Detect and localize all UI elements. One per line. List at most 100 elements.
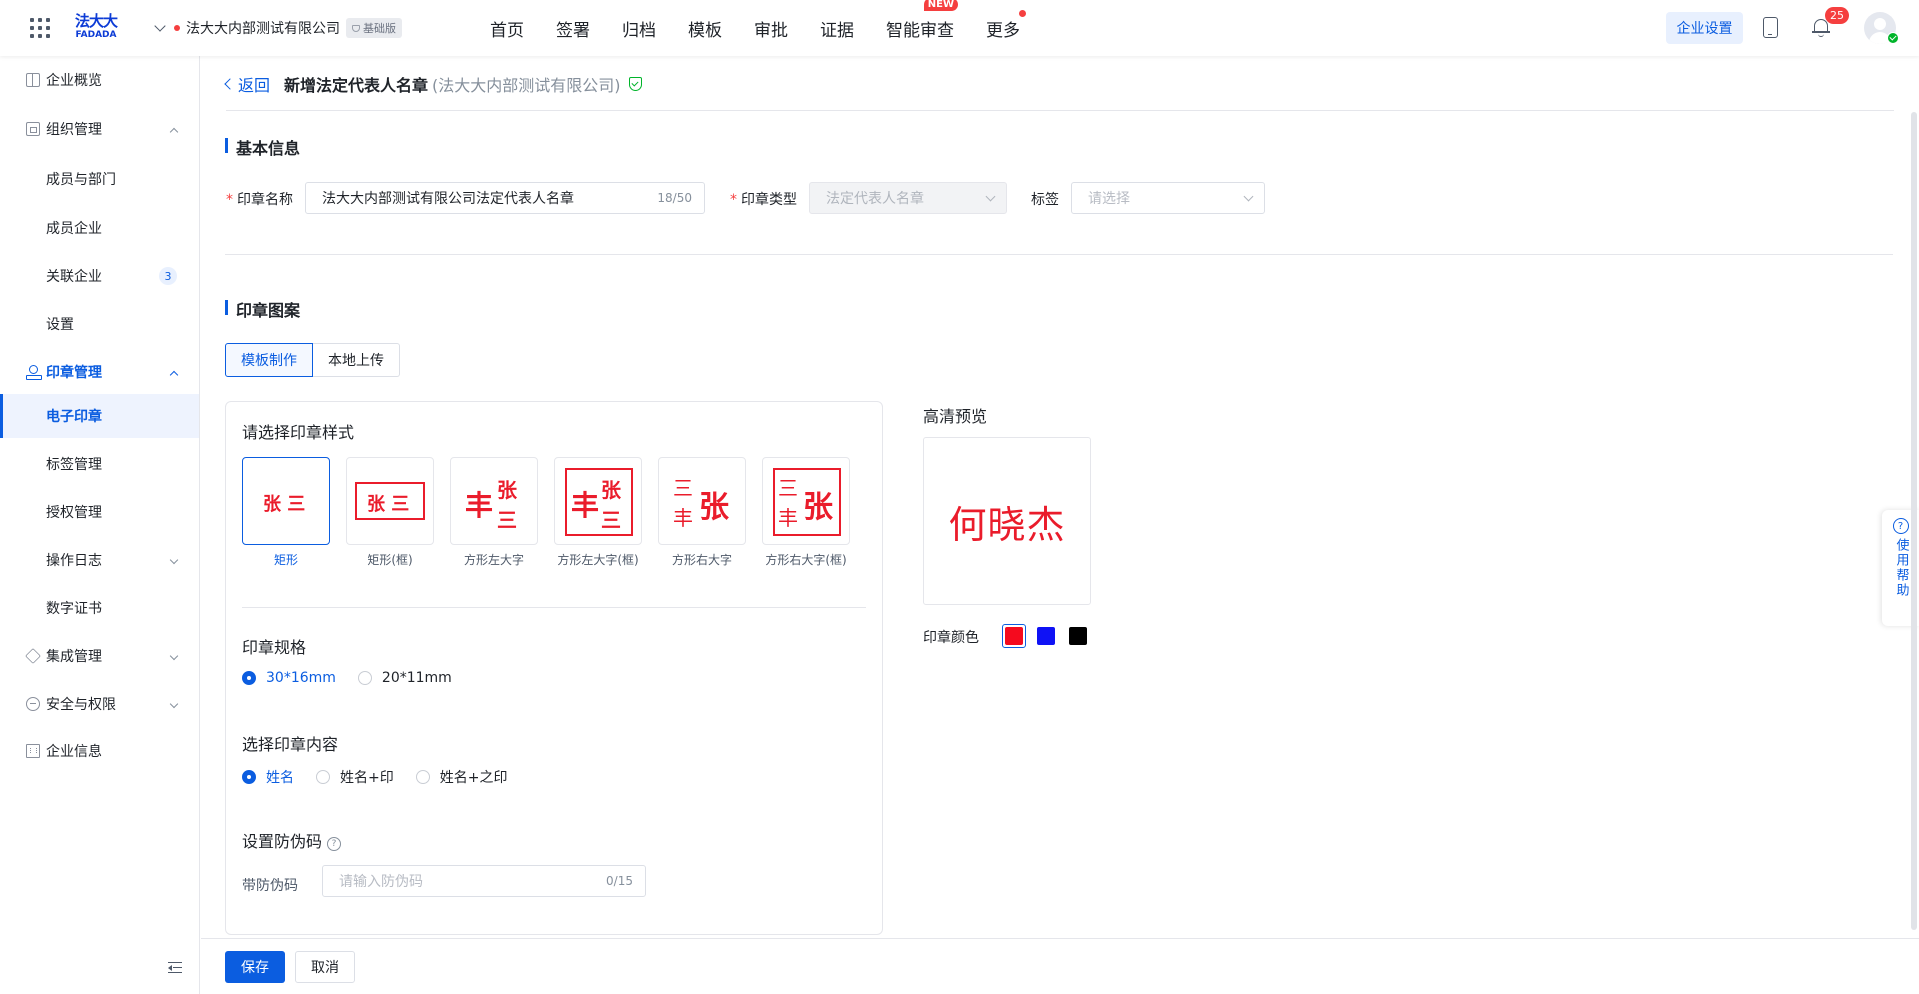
- logo-text-cn: 法大大: [74, 12, 118, 30]
- tag-select[interactable]: 请选择: [1071, 182, 1265, 214]
- seal-style-square-left-big[interactable]: 丰 张 三: [450, 457, 538, 545]
- color-swatch-red[interactable]: [1002, 624, 1026, 648]
- sidebar-item-related-companies[interactable]: 关联企业 3: [0, 254, 199, 298]
- radio-icon: [316, 770, 330, 784]
- seal-sample-big-char: 张: [699, 490, 729, 525]
- nav-template[interactable]: 模板: [688, 16, 722, 41]
- gem-icon: [352, 24, 360, 32]
- sidebar-item-operation-log[interactable]: 操作日志: [0, 538, 199, 582]
- sidebar-item-label: 企业概览: [46, 73, 102, 89]
- seal-style-square-right-big-frame[interactable]: 三 丰 张: [762, 457, 850, 545]
- edition-badge: 基础版: [346, 18, 402, 38]
- content-option-name[interactable]: 姓名: [242, 767, 294, 787]
- radio-label: 姓名+之印: [439, 770, 508, 786]
- main-nav: 首页 签署 归档 模板 审批 证据 智能审查 NEW 更多: [490, 0, 1052, 56]
- spec-radio-group: 30*16mm 20*11mm: [242, 670, 474, 686]
- divider: [242, 607, 866, 608]
- sidebar-item-label: 关联企业: [46, 269, 102, 285]
- anticounterfeit-title-text: 设置防伪码: [242, 832, 323, 851]
- collapse-sidebar-icon[interactable]: [168, 962, 182, 974]
- seal-style-square-right-big[interactable]: 三 丰 张: [658, 457, 746, 545]
- seal-sample-char: 张: [601, 478, 621, 502]
- sidebar-item-seal-management[interactable]: 印章管理: [0, 350, 199, 394]
- mobile-phone-icon[interactable]: [1763, 17, 1778, 38]
- chevron-up-icon: [169, 127, 179, 137]
- seal-style-label: 矩形: [273, 553, 298, 567]
- spec-option-20x11[interactable]: 20*11mm: [357, 670, 452, 686]
- nav-approval[interactable]: 审批: [754, 16, 788, 41]
- nav-home-label: 首页: [490, 20, 524, 41]
- tab-template[interactable]: 模板制作: [225, 343, 313, 377]
- scrollbar[interactable]: [1911, 112, 1917, 930]
- spec-title: 印章规格: [242, 638, 307, 657]
- chevron-down-icon: [154, 20, 166, 32]
- sidebar-item-security[interactable]: 安全与权限: [0, 682, 199, 726]
- help-label: 使用帮助: [1893, 538, 1909, 598]
- content-option-name-of-seal[interactable]: 姓名+之印: [415, 767, 508, 787]
- preview-title: 高清预览: [923, 407, 988, 426]
- company-switcher[interactable]: 法大大内部测试有限公司 基础版: [154, 16, 402, 40]
- section-title-basic-info: 基本信息: [225, 135, 300, 159]
- nav-home[interactable]: 首页: [490, 16, 524, 41]
- sidebar-item-label: 授权管理: [46, 505, 102, 521]
- nav-archive[interactable]: 归档: [622, 16, 656, 41]
- status-dot-icon: [174, 25, 180, 31]
- sidebar-item-members-departments[interactable]: 成员与部门: [0, 157, 199, 201]
- save-button[interactable]: 保存: [225, 951, 285, 983]
- seal-sample-char: 三: [673, 476, 693, 500]
- seal-style-square-left-big-frame[interactable]: 丰 张 三: [554, 457, 642, 545]
- corp-settings-button[interactable]: 企业设置: [1666, 12, 1743, 44]
- seal-sample-text: 张 三: [263, 494, 306, 515]
- chevron-down-icon: [985, 191, 996, 201]
- anticounterfeit-input[interactable]: 请输入防伪码 0/15: [322, 865, 646, 897]
- nav-evidence[interactable]: 证据: [820, 16, 854, 41]
- sidebar-item-electronic-seal[interactable]: 电子印章: [0, 394, 199, 438]
- radio-label: 姓名+印: [340, 770, 394, 786]
- seal-style-rect-frame[interactable]: 张 三: [346, 457, 434, 545]
- sidebar-item-integration[interactable]: 集成管理: [0, 634, 199, 678]
- sidebar-item-tag-management[interactable]: 标签管理: [0, 442, 199, 486]
- seal-preview-text: 何晓杰: [948, 502, 1066, 547]
- cancel-button[interactable]: 取消: [295, 951, 355, 983]
- sidebar-item-org-management[interactable]: 组织管理: [0, 107, 199, 151]
- seal-style-rect[interactable]: 张 三: [242, 457, 330, 545]
- fadada-logo[interactable]: 法大大 FADADA: [70, 13, 122, 43]
- seal-name-input[interactable]: 法大大内部测试有限公司法定代表人名章 18/50: [305, 182, 705, 214]
- help-icon[interactable]: ?: [327, 837, 342, 851]
- content-radio-group: 姓名 姓名+印 姓名+之印: [242, 767, 529, 787]
- spec-option-30x16[interactable]: 30*16mm: [242, 670, 336, 686]
- seal-icon: [26, 365, 42, 380]
- tab-local-upload[interactable]: 本地上传: [313, 343, 400, 377]
- sidebar-item-member-companies[interactable]: 成员企业: [0, 206, 199, 250]
- nav-more-label: 更多: [986, 20, 1020, 41]
- sidebar-item-digital-certificate[interactable]: 数字证书: [0, 586, 199, 630]
- sidebar-item-label: 企业信息: [46, 744, 102, 760]
- apps-grid-icon[interactable]: [30, 18, 50, 38]
- color-swatch-black[interactable]: [1066, 624, 1090, 648]
- sidebar-item-authorization[interactable]: 授权管理: [0, 490, 199, 534]
- nav-approval-label: 审批: [754, 20, 788, 41]
- swatch-fill: [1069, 627, 1087, 645]
- seal-sample-char: 张: [497, 478, 517, 502]
- sidebar-item-overview[interactable]: 企业概览: [0, 58, 199, 102]
- sidebar-item-company-info[interactable]: 企业信息: [0, 729, 199, 773]
- char-counter: 0/15: [606, 874, 633, 888]
- radio-icon: [415, 770, 430, 784]
- content-option-name-seal[interactable]: 姓名+印: [316, 767, 394, 787]
- sidebar-item-settings[interactable]: 设置: [0, 302, 199, 346]
- color-swatch-blue[interactable]: [1034, 624, 1058, 648]
- edition-label: 基础版: [363, 22, 396, 35]
- page-header: 返回 新增法定代表人名章 (法大大内部测试有限公司): [224, 72, 642, 96]
- chevron-left-icon: [224, 78, 236, 90]
- nav-smart-review-label: 智能审查: [886, 20, 954, 41]
- nav-more[interactable]: 更多: [986, 9, 1026, 41]
- style-title: 请选择印章样式: [242, 423, 355, 442]
- seal-sample-char: 三: [778, 476, 798, 500]
- chevron-up-icon: [169, 370, 179, 380]
- footer-bar: [201, 938, 1919, 994]
- nav-sign[interactable]: 签署: [556, 16, 590, 41]
- back-link[interactable]: 返回: [224, 72, 270, 96]
- tag-label: 标签: [1031, 192, 1059, 208]
- nav-archive-label: 归档: [622, 20, 656, 41]
- nav-smart-review[interactable]: 智能审查 NEW: [886, 0, 958, 41]
